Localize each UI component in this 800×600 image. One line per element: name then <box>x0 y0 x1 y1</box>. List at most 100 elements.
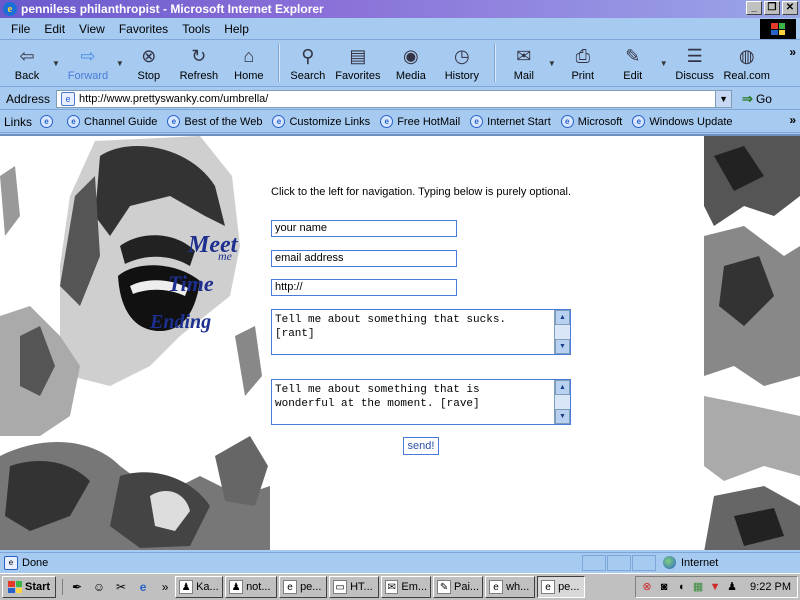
discuss-button[interactable]: ☰ Discuss <box>670 41 720 85</box>
favorites-button[interactable]: ▤ Favorites <box>330 41 386 85</box>
mail-label: Mail <box>513 70 534 82</box>
logo-word-ending: Ending <box>149 311 211 333</box>
task-button[interactable]: ✎ Pai... <box>433 576 484 598</box>
logo-word-time: Time <box>168 271 214 296</box>
rant-textarea[interactable]: Tell me about something that sucks. [ran… <box>271 309 571 355</box>
back-label: Back <box>14 70 40 82</box>
toolbar-chevron-icon[interactable]: » <box>789 45 796 59</box>
task-button[interactable]: ✉ Em... <box>381 576 432 598</box>
minimize-button[interactable]: _ <box>746 1 762 15</box>
status-text: Done <box>22 556 49 569</box>
task-button[interactable]: ♟ Ka... <box>175 576 224 598</box>
mail-dropdown-icon[interactable]: ▼ <box>548 59 556 68</box>
name-input[interactable]: your name <box>271 220 457 237</box>
rave-textarea[interactable]: Tell me about something that is wonderfu… <box>271 379 571 425</box>
tray-volume-icon[interactable]: ◖ <box>674 580 688 594</box>
rave-text[interactable]: Tell me about something that is wonderfu… <box>275 383 552 411</box>
link-free-hotmail[interactable]: e Free HotMail <box>380 115 460 128</box>
pen-icon[interactable]: ✒ <box>69 579 85 595</box>
portrait-icon[interactable]: ☺ <box>91 579 107 595</box>
navigation-artwork[interactable]: Meet me Time Ending <box>0 136 270 550</box>
tray-messenger-icon[interactable]: ♟ <box>725 580 739 594</box>
refresh-button[interactable]: ↻ Refresh <box>172 41 226 85</box>
mail-icon: ✉ <box>516 45 532 66</box>
task-button-active[interactable]: e pe... <box>537 576 586 598</box>
send-button[interactable]: send! <box>403 437 439 455</box>
quicklaunch-chevron-icon[interactable]: » <box>157 579 173 595</box>
edit-dropdown-icon[interactable]: ▼ <box>660 59 668 68</box>
stop-button[interactable]: ⊗ Stop <box>126 41 172 85</box>
tray-shield-icon[interactable]: ▼ <box>708 580 722 594</box>
ie-icon[interactable]: e <box>135 579 151 595</box>
tray-network-icon[interactable]: ▦ <box>691 580 705 594</box>
task-button[interactable]: e wh... <box>485 576 536 598</box>
rave-scrollbar[interactable]: ▲ ▼ <box>554 380 570 424</box>
link-label: Customize Links <box>289 115 371 128</box>
restore-button[interactable]: ❐ <box>764 1 780 15</box>
task-button[interactable]: e pe... <box>279 576 328 598</box>
history-button[interactable]: ◷ History <box>436 41 488 85</box>
back-dropdown-icon[interactable]: ▼ <box>52 59 60 68</box>
print-button[interactable]: ⎙ Print <box>558 41 608 85</box>
start-button[interactable]: Start <box>2 576 57 598</box>
menu-edit[interactable]: Edit <box>37 22 72 36</box>
tray-camera-icon[interactable]: ◙ <box>657 580 671 594</box>
task-label: not... <box>246 581 271 593</box>
history-label: History <box>444 70 479 82</box>
link-channel-guide[interactable]: e Channel Guide <box>67 115 157 128</box>
forward-button[interactable]: ⇨ Forward <box>62 41 114 85</box>
search-button[interactable]: ⚲ Search <box>286 41 330 85</box>
go-button[interactable]: ⇒ Go <box>742 91 772 107</box>
rant-text[interactable]: Tell me about something that sucks. [ran… <box>275 313 552 341</box>
internet-globe-icon <box>663 556 676 569</box>
scroll-down-icon[interactable]: ▼ <box>555 409 570 424</box>
home-icon: ⌂ <box>243 45 255 66</box>
menu-tools[interactable]: Tools <box>175 22 217 36</box>
link-windows-update[interactable]: e Windows Update <box>632 115 733 128</box>
back-button[interactable]: ⇦ Back <box>4 41 50 85</box>
address-dropdown-icon[interactable]: ▼ <box>715 90 732 107</box>
link-best-of-web[interactable]: e Best of the Web <box>167 115 262 128</box>
email-input[interactable]: email address <box>271 250 457 267</box>
links-chevron-icon[interactable]: » <box>789 113 796 127</box>
link-customize-links[interactable]: e Customize Links <box>272 115 370 128</box>
links-bar: Links e e Channel Guide e Best of the Web … <box>0 111 800 133</box>
task-button[interactable]: ▭ HT... <box>329 576 380 598</box>
link-blank[interactable]: e <box>40 115 57 128</box>
scroll-down-icon[interactable]: ▼ <box>555 339 570 354</box>
rant-scrollbar[interactable]: ▲ ▼ <box>554 310 570 354</box>
menu-favorites[interactable]: Favorites <box>112 22 175 36</box>
task-button[interactable]: ♟ not... <box>225 576 278 598</box>
edit-button[interactable]: ✎ Edit <box>608 41 658 85</box>
forward-dropdown-icon[interactable]: ▼ <box>116 59 124 68</box>
page-icon: e <box>61 91 76 106</box>
link-page-icon: e <box>632 115 646 128</box>
address-input[interactable]: e http://www.prettyswanky.com/umbrella/ … <box>56 89 733 108</box>
media-button[interactable]: ◉ Media <box>386 41 436 85</box>
menu-help[interactable]: Help <box>217 22 256 36</box>
link-microsoft[interactable]: e Microsoft <box>560 115 622 128</box>
app-icon: e <box>541 580 556 594</box>
close-button[interactable]: ✕ <box>782 1 798 15</box>
address-url[interactable]: http://www.prettyswanky.com/umbrella/ <box>79 93 268 105</box>
mail-button[interactable]: ✉ Mail <box>502 41 546 85</box>
windows-logo-icon <box>760 19 796 39</box>
tray-no-icon[interactable]: ⊗ <box>640 580 654 594</box>
menu-view[interactable]: View <box>72 22 112 36</box>
realcom-icon: ◍ <box>738 45 755 66</box>
logo-word-me: me <box>218 249 233 263</box>
stop-icon: ⊗ <box>141 45 157 66</box>
realcom-button[interactable]: ◍ Real.com <box>720 41 774 85</box>
task-label: Ka... <box>196 581 219 593</box>
url-input[interactable]: http:// <box>271 279 457 296</box>
link-label: Best of the Web <box>184 115 263 128</box>
menu-file[interactable]: File <box>4 22 37 36</box>
search-label: Search <box>290 70 326 82</box>
scroll-up-icon[interactable]: ▲ <box>555 310 570 325</box>
page-status-icon: e <box>4 555 18 570</box>
home-button[interactable]: ⌂ Home <box>226 41 272 85</box>
scroll-up-icon[interactable]: ▲ <box>555 380 570 395</box>
paint-icon[interactable]: ✂ <box>113 579 129 595</box>
link-internet-start[interactable]: e Internet Start <box>470 115 551 128</box>
print-label: Print <box>571 70 595 82</box>
